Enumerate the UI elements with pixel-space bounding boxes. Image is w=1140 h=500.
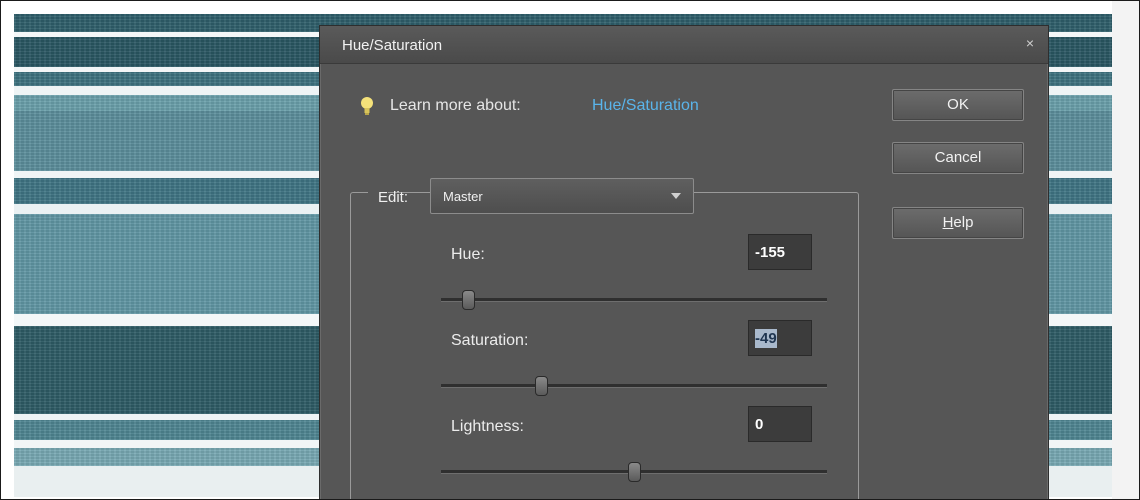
saturation-label: Saturation: (451, 332, 529, 349)
edit-legend: Edit: Master (368, 178, 694, 214)
saturation-slider[interactable] (441, 376, 827, 396)
chevron-down-icon (671, 193, 681, 199)
lightness-label: Lightness: (451, 418, 524, 435)
dialog-titlebar[interactable]: Hue/Saturation × (320, 26, 1048, 64)
saturation-slider-thumb[interactable] (535, 376, 549, 396)
close-icon[interactable]: × (1026, 35, 1034, 51)
side-margin (1112, 1, 1139, 499)
hue-label: Hue: (451, 246, 485, 263)
learn-more-label: Learn more about: (390, 97, 521, 114)
lightness-field[interactable]: 0 (748, 406, 812, 442)
lightbulb-icon (361, 97, 373, 115)
help-mnemonic: H (942, 214, 954, 231)
edit-channel-select[interactable]: Master (430, 178, 694, 214)
help-button[interactable]: Help (892, 207, 1024, 239)
hue-saturation-dialog: Hue/Saturation × Learn more about: Hue/S… (319, 25, 1049, 499)
help-label-rest: elp (953, 214, 974, 231)
learn-more-link[interactable]: Hue/Saturation (592, 97, 699, 115)
screenshot-frame: Hue/Saturation × Learn more about: Hue/S… (0, 0, 1140, 500)
hue-slider[interactable] (441, 290, 827, 310)
edit-group-box: Hue: -155 Saturation: -49 Lightness: 0 (350, 192, 859, 499)
cancel-button[interactable]: Cancel (892, 142, 1024, 174)
lightness-slider[interactable] (441, 462, 827, 482)
ok-button[interactable]: OK (892, 89, 1024, 121)
edit-label: Edit: (378, 189, 409, 206)
lightness-slider-thumb[interactable] (628, 462, 641, 482)
hue-field[interactable]: -155 (748, 234, 812, 270)
saturation-field[interactable]: -49 (748, 320, 812, 356)
saturation-value: -49 (755, 329, 777, 348)
dialog-title: Hue/Saturation (342, 37, 443, 54)
hue-slider-thumb[interactable] (462, 290, 476, 310)
edit-channel-value: Master (443, 189, 483, 204)
